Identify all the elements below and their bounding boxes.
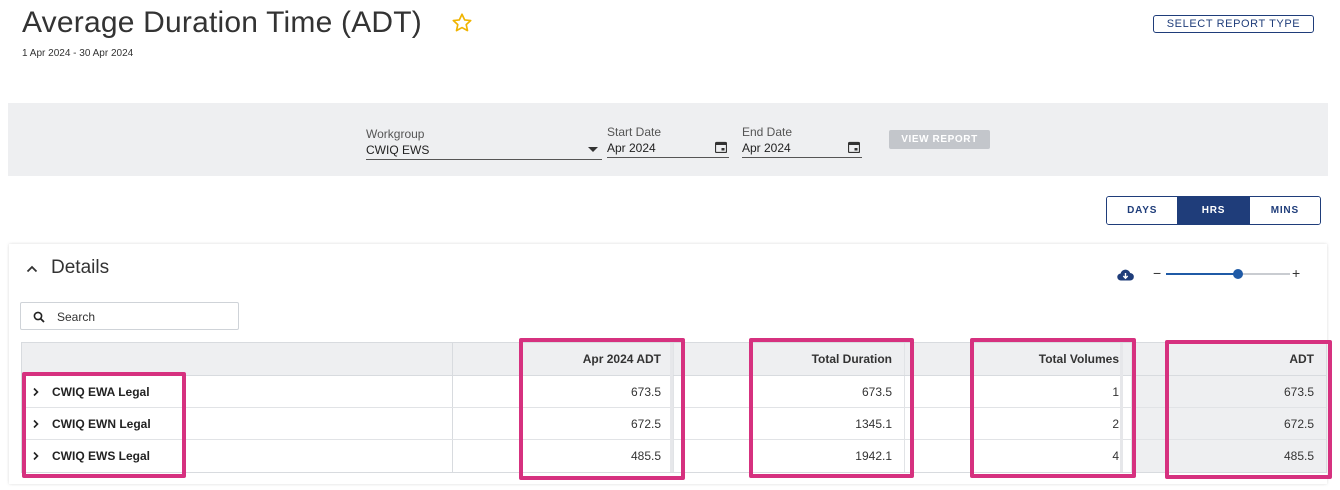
calendar-icon[interactable] xyxy=(715,141,727,153)
row-name-cell[interactable]: CWIQ EWA Legal xyxy=(22,376,453,407)
row-name-cell[interactable]: CWIQ EWN Legal xyxy=(22,408,453,439)
header-apr-adt[interactable]: Apr 2024 ADT xyxy=(453,343,673,375)
search-input[interactable] xyxy=(57,308,227,325)
unit-hrs-button[interactable]: HRS xyxy=(1177,197,1249,224)
unit-mins-button[interactable]: MINS xyxy=(1248,197,1320,224)
calendar-icon[interactable] xyxy=(848,141,860,153)
end-date-value: Apr 2024 xyxy=(742,141,791,155)
header-total-duration[interactable]: Total Duration xyxy=(673,343,904,375)
zoom-slider-fill xyxy=(1166,273,1238,275)
header-total-volumes[interactable]: Total Volumes xyxy=(904,343,1131,375)
unit-days-button[interactable]: DAYS xyxy=(1107,197,1178,224)
row-name-cell[interactable]: CWIQ EWS Legal xyxy=(22,440,453,472)
cell-apr-adt: 672.5 xyxy=(630,416,661,431)
start-date-label: Start Date xyxy=(607,125,662,139)
details-table: Apr 2024 ADT Total Duration Total Volume… xyxy=(21,342,1327,473)
page-title: Average Duration Time (ADT) xyxy=(22,6,422,39)
cell-adt: 485.5 xyxy=(1131,440,1326,472)
cell-total-volumes: 4 xyxy=(904,440,1131,472)
cell-total-volumes: 1 xyxy=(904,376,1131,407)
view-report-button[interactable]: VIEW REPORT xyxy=(889,130,990,149)
dropdown-caret-icon xyxy=(588,147,598,152)
chevron-right-icon[interactable] xyxy=(31,419,41,429)
row-name: CWIQ EWN Legal xyxy=(52,416,151,431)
workgroup-label: Workgroup xyxy=(366,127,425,141)
cell-apr-adt: 485.5 xyxy=(630,449,661,463)
header-adt[interactable]: ADT xyxy=(1131,343,1326,375)
table-row[interactable]: CWIQ EWS Legal 485.5 1942.1 4 485.5 xyxy=(22,440,1326,472)
cell-adt: 673.5 xyxy=(1131,376,1326,407)
details-title: Details xyxy=(51,257,110,278)
end-date-label: End Date xyxy=(742,125,793,139)
chevron-right-icon[interactable] xyxy=(31,387,41,397)
table-row[interactable]: CWIQ EWA Legal 673.5 673.5 1 673.5 xyxy=(22,376,1326,408)
row-name: CWIQ EWA Legal xyxy=(52,384,150,399)
time-unit-toggle: DAYS HRS MINS xyxy=(1106,196,1321,225)
search-icon xyxy=(33,311,45,323)
cell-total-volumes: 2 xyxy=(904,408,1131,439)
end-date-field[interactable]: End Date Apr 2024 xyxy=(742,125,862,158)
cell-apr-adt: 673.5 xyxy=(630,384,661,399)
header-name xyxy=(22,343,453,375)
row-name: CWIQ EWS Legal xyxy=(52,449,151,463)
zoom-slider-thumb[interactable] xyxy=(1232,269,1243,279)
cloud-download-icon[interactable] xyxy=(1117,268,1134,282)
zoom-out-icon[interactable]: − xyxy=(1153,265,1161,281)
cell-adt: 672.5 xyxy=(1131,408,1326,439)
workgroup-select[interactable]: Workgroup CWIQ EWS xyxy=(366,127,602,160)
cell-total-duration: 673.5 xyxy=(673,376,904,407)
favorite-star-icon[interactable] xyxy=(451,12,473,34)
start-date-value: Apr 2024 xyxy=(607,141,656,155)
column-separator xyxy=(670,343,673,472)
column-separator xyxy=(1120,343,1123,472)
chevron-up-icon[interactable] xyxy=(25,262,39,276)
table-header-row: Apr 2024 ADT Total Duration Total Volume… xyxy=(22,343,1326,376)
date-range-subtitle: 1 Apr 2024 - 30 Apr 2024 xyxy=(22,48,134,59)
select-report-type-button[interactable]: SELECT REPORT TYPE xyxy=(1153,15,1314,33)
search-box xyxy=(20,302,239,330)
cell-total-duration: 1345.1 xyxy=(673,408,904,439)
workgroup-value: CWIQ EWS xyxy=(366,143,430,157)
table-row[interactable]: CWIQ EWN Legal 672.5 1345.1 2 672.5 xyxy=(22,408,1326,440)
cell-total-duration: 1942.1 xyxy=(673,440,904,472)
filter-bar: Workgroup CWIQ EWS Start Date Apr 2024 E… xyxy=(8,103,1328,176)
start-date-field[interactable]: Start Date Apr 2024 xyxy=(607,125,729,158)
chevron-right-icon[interactable] xyxy=(31,451,41,461)
zoom-in-icon[interactable]: + xyxy=(1292,265,1300,281)
